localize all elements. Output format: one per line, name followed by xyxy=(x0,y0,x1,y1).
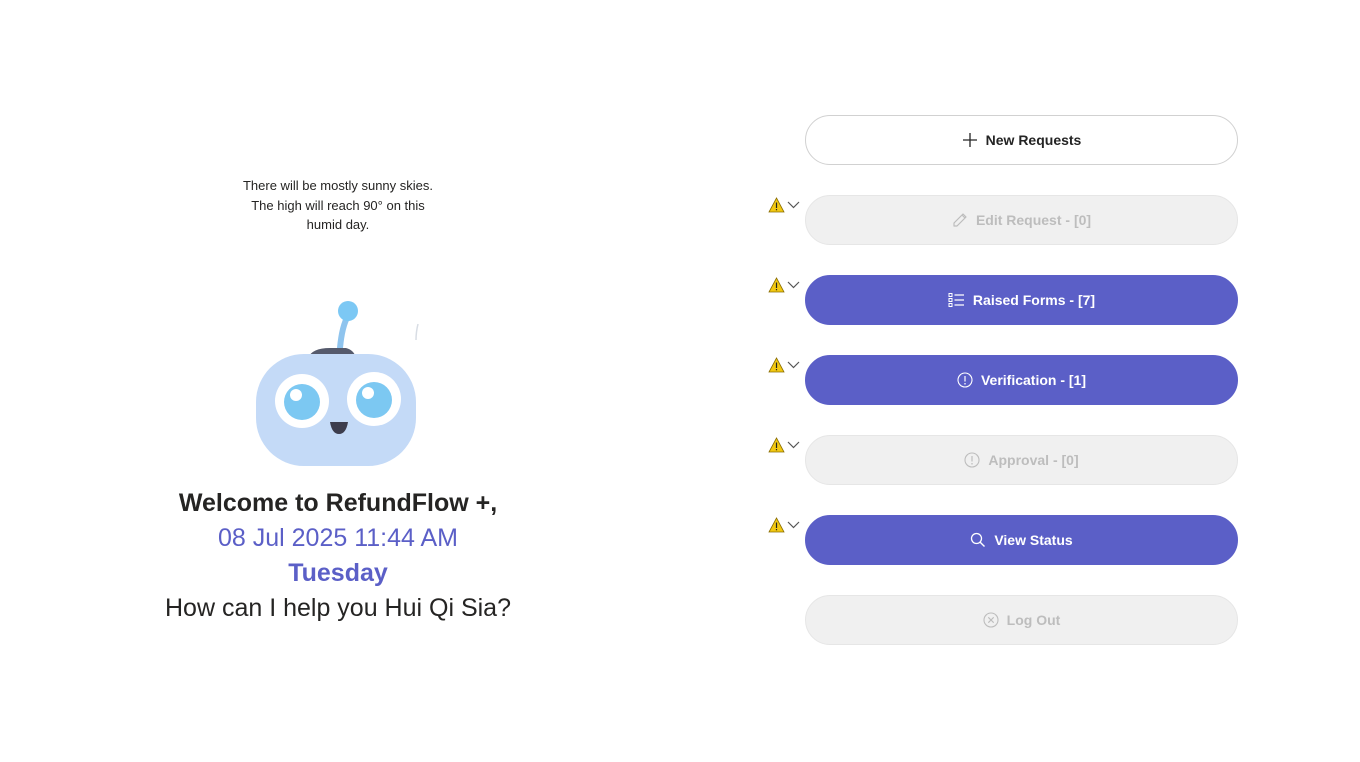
raised-forms-label: Raised Forms - [7] xyxy=(972,292,1096,308)
chevron-down-icon xyxy=(787,521,800,529)
warning-icon xyxy=(768,197,785,213)
view-status-alert[interactable] xyxy=(768,517,800,533)
approval-label: Approval - [0] xyxy=(988,452,1079,468)
chevron-down-icon xyxy=(787,201,800,209)
chevron-down-icon xyxy=(787,441,800,449)
pencil-icon xyxy=(952,212,968,228)
weather-line-1: There will be mostly sunny skies. xyxy=(242,178,433,193)
close-circle-icon xyxy=(983,612,999,628)
chevron-down-icon xyxy=(787,281,800,289)
chevron-down-icon xyxy=(787,361,800,369)
list-icon xyxy=(948,292,965,308)
help-prompt: How can I help you Hui Qi Sia? xyxy=(164,594,511,622)
menu-row-approval: Approval - [0] xyxy=(766,435,1238,485)
weather-line-2: The high will reach 90° on this xyxy=(251,197,425,213)
verification-alert[interactable] xyxy=(768,357,800,373)
view-status-label: View Status xyxy=(994,532,1073,548)
menu-row-log-out: Log Out xyxy=(766,595,1238,645)
edit-request-label: Edit Request - [0] xyxy=(975,212,1092,228)
log-out-label: Log Out xyxy=(1006,612,1061,628)
edit-request-alert[interactable] xyxy=(768,197,800,213)
app-page: There will be mostly sunny skies. The hi… xyxy=(0,0,1360,762)
menu-row-view-status: View Status xyxy=(766,515,1238,565)
menu-row-verification: Verification - [1] xyxy=(766,355,1238,405)
raised-forms-button[interactable]: Raised Forms - [7] xyxy=(805,275,1238,325)
current-datetime: 08 Jul 2025 11:44 AM xyxy=(218,524,458,552)
menu-row-raised-forms: Raised Forms - [7] xyxy=(766,275,1238,325)
warning-icon xyxy=(768,277,785,293)
verification-button[interactable]: Verification - [1] xyxy=(805,355,1238,405)
greeting-block: Welcome to RefundFlow +, 08 Jul 2025 11:… xyxy=(120,486,556,626)
weather-summary: There will be mostly sunny skies. The hi… xyxy=(228,176,448,235)
raised-forms-alert[interactable] xyxy=(768,277,800,293)
menu-row-new-requests: New Requests xyxy=(766,115,1238,165)
warning-icon xyxy=(768,437,785,453)
welcome-heading: Welcome to RefundFlow +, xyxy=(178,489,498,517)
approval-alert[interactable] xyxy=(768,437,800,453)
verification-label: Verification - [1] xyxy=(980,372,1087,388)
current-weekday: Tuesday xyxy=(288,559,388,587)
edit-request-button[interactable]: Edit Request - [0] xyxy=(805,195,1238,245)
warning-icon xyxy=(768,357,785,373)
plus-icon xyxy=(962,132,978,148)
log-out-button[interactable]: Log Out xyxy=(805,595,1238,645)
robot-mascot-image xyxy=(256,301,419,466)
new-requests-button[interactable]: New Requests xyxy=(805,115,1238,165)
view-status-button[interactable]: View Status xyxy=(805,515,1238,565)
info-circle-icon xyxy=(964,452,980,468)
new-requests-label: New Requests xyxy=(985,132,1082,148)
approval-button[interactable]: Approval - [0] xyxy=(805,435,1238,485)
info-circle-icon xyxy=(957,372,973,388)
action-menu: New Requests Edit Request - [0] Raised F… xyxy=(766,115,1238,675)
warning-icon xyxy=(768,517,785,533)
search-icon xyxy=(970,532,986,548)
menu-row-edit-request: Edit Request - [0] xyxy=(766,195,1238,245)
weather-line-3: humid day. xyxy=(306,217,370,232)
